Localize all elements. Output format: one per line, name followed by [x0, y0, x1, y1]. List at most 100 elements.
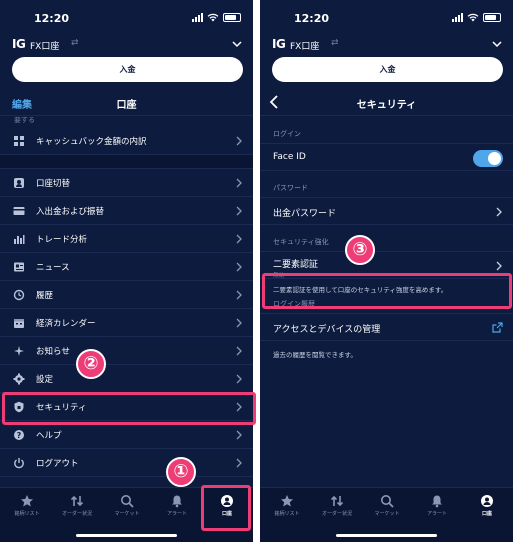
menu-item-notices[interactable]: お知らせ: [0, 337, 253, 365]
menu-item-label: 経済カレンダー: [36, 319, 96, 329]
ig-logo: IG: [272, 37, 286, 51]
person-card-icon: [14, 178, 24, 188]
withdraw-password-label: 出金パスワード: [273, 209, 337, 219]
tab-alerts[interactable]: アラート: [412, 494, 462, 517]
section-header-password: パスワード: [273, 184, 308, 192]
right-screen: 12:20 IG FX口座 ⇄ 入金 セキュリティ ログイン Face ID パ…: [260, 0, 513, 542]
tab-label: オーダー状況: [61, 511, 92, 517]
search-icon: [381, 495, 394, 508]
left-screen: 12:20 IG FX口座 ⇄ 入金 口座 編集 要する キャッシュバック金額の…: [0, 0, 253, 542]
deposit-button[interactable]: 入金: [12, 57, 243, 82]
highlight-security: [2, 392, 256, 425]
tab-market[interactable]: マーケット: [102, 494, 152, 517]
menu-item-logout[interactable]: ログアウト: [0, 449, 253, 477]
chevron-down-icon[interactable]: [491, 38, 503, 50]
callout-step-3: ③: [345, 235, 375, 265]
menu-item-account-switch[interactable]: 口座切替: [0, 169, 253, 197]
highlight-account-tab: [201, 485, 251, 531]
status-time: 12:20: [34, 12, 70, 25]
page-title: 口座: [116, 100, 137, 111]
gear-icon: [13, 373, 25, 385]
chevron-right-icon: [496, 207, 502, 217]
nav-bar: セキュリティ: [260, 90, 513, 116]
status-bar: 12:20: [0, 0, 253, 32]
swap-icon: ⇄: [331, 38, 339, 48]
chevron-down-icon[interactable]: [231, 38, 243, 50]
chevron-right-icon: [236, 136, 242, 146]
face-id-toggle[interactable]: [473, 150, 503, 167]
account-switcher[interactable]: IG FX口座 ⇄: [260, 36, 513, 54]
tab-orders[interactable]: オーダー状況: [52, 494, 102, 517]
star-icon: [281, 495, 293, 507]
arrows-icon: [70, 495, 84, 507]
face-id-row: Face ID: [260, 143, 513, 171]
tab-label: アラート: [426, 511, 447, 517]
menu-item-label: ヘルプ: [36, 431, 62, 441]
chevron-right-icon: [236, 458, 242, 468]
tab-bar: 銘柄リスト オーダー状況 マーケット アラート 口座: [260, 487, 513, 542]
grid-icon: [14, 136, 24, 146]
external-link-icon: [492, 322, 503, 333]
chevron-right-icon: [236, 290, 242, 300]
signal-icon: [192, 13, 203, 22]
account-name: FX口座: [290, 42, 320, 52]
tab-orders[interactable]: オーダー状況: [312, 494, 362, 517]
history-icon: [13, 289, 25, 301]
menu-item-calendar[interactable]: 経済カレンダー: [0, 309, 253, 337]
menu-item-cashback[interactable]: キャッシュバック金額の内訳: [0, 127, 253, 155]
withdraw-password-row[interactable]: 出金パスワード: [260, 197, 513, 225]
callout-step-1: ①: [166, 457, 196, 487]
nav-bar: 口座 編集: [0, 90, 253, 116]
access-devices-label: アクセスとデバイスの管理: [273, 325, 381, 335]
chevron-right-icon: [236, 262, 242, 272]
menu-item-funds[interactable]: 入出金および振替: [0, 197, 253, 225]
battery-icon: [483, 13, 501, 22]
menu-item-history[interactable]: 履歴: [0, 281, 253, 309]
tab-market[interactable]: マーケット: [362, 494, 412, 517]
menu-item-help[interactable]: ? ヘルプ: [0, 421, 253, 449]
menu-item-trade-analysis[interactable]: トレード分析: [0, 225, 253, 253]
menu-item-label: ログアウト: [36, 459, 79, 469]
menu-item-label: トレード分析: [36, 235, 88, 245]
chevron-right-icon: [236, 318, 242, 328]
sparkle-icon: [14, 346, 24, 356]
search-icon: [121, 495, 134, 508]
two-factor-label: 二要素認証: [273, 260, 319, 270]
account-switcher[interactable]: IG FX口座 ⇄: [0, 36, 253, 54]
bell-icon: [172, 495, 182, 508]
chevron-right-icon: [236, 430, 242, 440]
chevron-right-icon: [236, 346, 242, 356]
calendar-icon: [14, 319, 24, 328]
menu-item-label: ニュース: [36, 263, 70, 273]
tab-label: 口座: [481, 511, 492, 517]
chevron-right-icon: [236, 206, 242, 216]
callout-step-2: ②: [76, 349, 106, 379]
chevron-right-icon: [236, 178, 242, 188]
access-devices-row[interactable]: アクセスとデバイスの管理: [260, 313, 513, 341]
menu-item-label: 履歴: [36, 291, 54, 301]
tab-watchlist[interactable]: 銘柄リスト: [2, 494, 52, 517]
card-icon: [13, 207, 25, 215]
edit-button[interactable]: 編集: [12, 96, 32, 111]
menu-item-label: 口座切替: [36, 179, 71, 189]
tab-watchlist[interactable]: 銘柄リスト: [262, 494, 312, 517]
menu-item-news[interactable]: ニュース: [0, 253, 253, 281]
menu-item-label: お知らせ: [36, 347, 70, 357]
tab-label: マーケット: [114, 511, 140, 517]
tab-alerts[interactable]: アラート: [152, 494, 202, 517]
deposit-button[interactable]: 入金: [272, 57, 503, 82]
section-header-login: ログイン: [273, 130, 301, 138]
tab-label: アラート: [166, 511, 187, 517]
face-id-label: Face ID: [273, 152, 306, 162]
signal-icon: [452, 13, 463, 22]
status-bar: 12:20: [260, 0, 513, 32]
tab-account[interactable]: 口座: [462, 494, 512, 517]
chevron-right-icon: [496, 261, 502, 271]
star-icon: [21, 495, 33, 507]
arrows-icon: [330, 495, 344, 507]
section-divider: [0, 155, 253, 169]
tab-label: オーダー状況: [321, 511, 352, 517]
status-time: 12:20: [294, 12, 330, 25]
power-icon: [14, 458, 24, 469]
menu-item-settings[interactable]: 設定: [0, 365, 253, 393]
